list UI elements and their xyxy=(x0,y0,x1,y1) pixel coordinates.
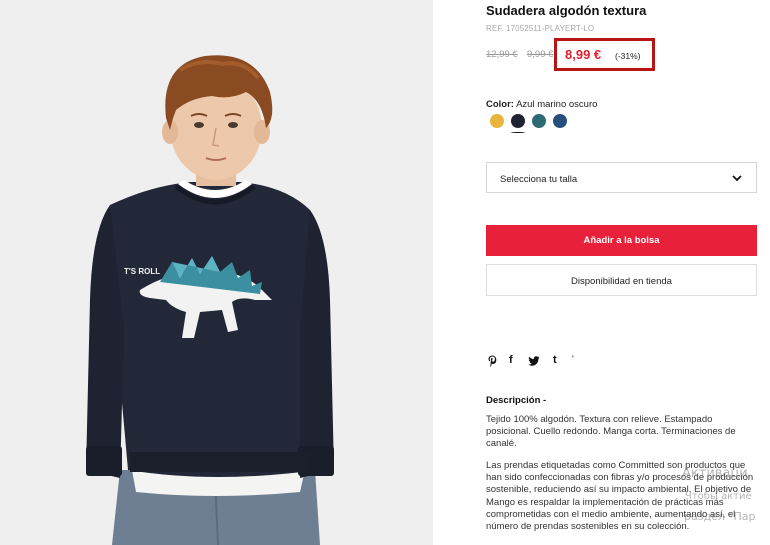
color-swatch-teal[interactable] xyxy=(532,114,546,128)
pinterest-icon[interactable] xyxy=(488,355,497,367)
product-reference: REF. 17052511-PLAYERT-LO xyxy=(486,24,595,33)
add-to-bag-label: Añadir a la bolsa xyxy=(583,235,660,246)
size-dropdown[interactable]: Selecciona tu talla xyxy=(486,162,757,193)
description-paragraph-1: Tejido 100% algodón. Textura con relieve… xyxy=(486,414,736,450)
add-to-bag-button[interactable]: Añadir a la bolsa xyxy=(486,225,757,256)
more-share-icon[interactable]: ' xyxy=(572,354,574,364)
original-price: 12,99 € xyxy=(486,49,518,60)
color-swatch-mustard[interactable] xyxy=(490,114,504,128)
os-activation-watermark-line-3: раздел "Пар xyxy=(684,510,756,523)
discount-badge: (-31%) xyxy=(615,51,641,61)
product-image[interactable]: T'S ROLL xyxy=(0,0,433,545)
current-price-highlight: 8,99 € (-31%) xyxy=(554,38,655,71)
color-label-row: Color: Azul marino oscuro xyxy=(486,99,597,110)
facebook-icon[interactable]: f xyxy=(509,354,513,366)
size-dropdown-label: Selecciona tu talla xyxy=(500,174,578,185)
tumblr-icon[interactable]: t xyxy=(553,354,557,366)
sweatshirt-print-text: T'S ROLL xyxy=(124,267,160,276)
store-availability-label: Disponibilidad en tienda xyxy=(571,276,672,287)
os-activation-watermark-line-1: Активаци xyxy=(682,466,748,481)
previous-price: 9,99 € xyxy=(527,49,554,60)
color-swatch-blue[interactable] xyxy=(553,114,567,128)
color-swatch-navy-dark[interactable] xyxy=(511,114,525,128)
description-heading: Descripción - xyxy=(486,395,547,406)
color-label: Color: xyxy=(486,99,514,110)
twitter-icon[interactable] xyxy=(528,356,540,366)
current-price: 8,99 € xyxy=(565,47,602,62)
selected-color-name: Azul marino oscuro xyxy=(516,99,598,110)
selected-swatch-indicator xyxy=(511,132,525,133)
product-info-panel: Sudadera algodón textura REF. 17052511-P… xyxy=(486,0,770,545)
chevron-down-icon xyxy=(732,175,742,182)
product-photo-illustration: T'S ROLL xyxy=(0,0,433,545)
product-title: Sudadera algodón textura xyxy=(486,3,647,18)
os-activation-watermark-line-2: Чтобы актие xyxy=(685,491,752,502)
store-availability-button[interactable]: Disponibilidad en tienda xyxy=(486,264,757,296)
